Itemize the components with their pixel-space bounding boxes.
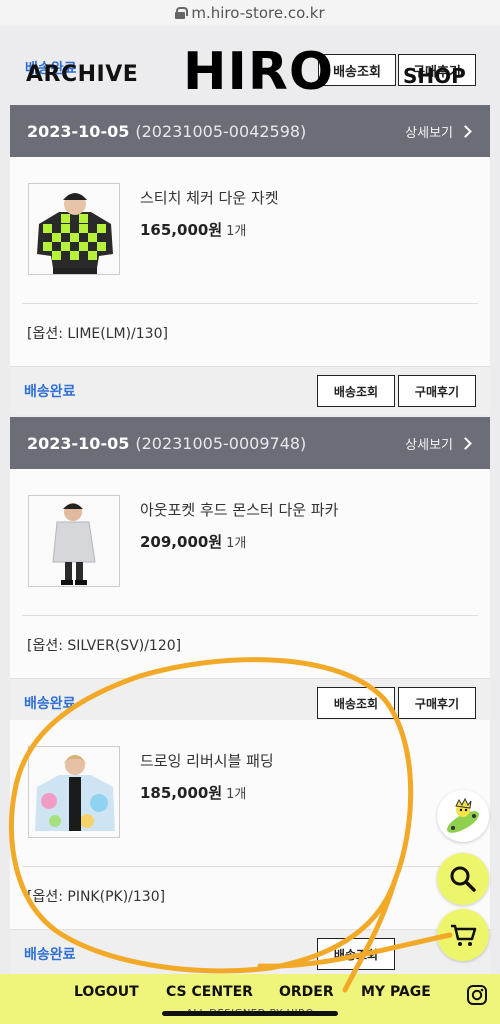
archive-link[interactable]: ARCHIVE [26, 62, 138, 87]
product-price: 165,000원 1개 [140, 219, 246, 240]
order-date: 2023-10-05 [27, 433, 130, 453]
price-value: 209,000 [140, 533, 209, 551]
currency-label: 원 [208, 784, 223, 802]
site-header: 배송완료 배송조회 구매후기 ARCHIVE HIRO SHOP [0, 26, 500, 106]
order-detail-label: 상세보기 [405, 125, 453, 141]
product-thumbnail[interactable] [28, 495, 120, 587]
order-item: 스티치 체커 다운 자켓 165,000원 1개 [옵션: LIME(LM)/13… [10, 157, 490, 367]
chevron-right-icon [459, 124, 472, 138]
home-indicator [162, 1011, 338, 1016]
cart-icon [451, 924, 477, 946]
order-detail-link[interactable]: 상세보기 [405, 417, 472, 469]
product-name[interactable]: 스티치 체커 다운 자켓 [140, 187, 279, 208]
order-card: 드로잉 리버시블 패딩 185,000원 1개 [옵션: PINK(PK)/130… [10, 720, 490, 974]
order-header: 2023-10-05 (20231005-0042598) 상세보기 [10, 105, 490, 157]
order-number: (20231005-0042598) [135, 121, 307, 141]
lock-icon [175, 7, 189, 19]
order-number: (20231005-0009748) [135, 433, 307, 453]
skateboard-mascot-icon [447, 797, 479, 833]
divider [22, 615, 478, 616]
logo[interactable]: HIRO [183, 42, 334, 102]
track-delivery-button[interactable]: 배송조회 [317, 687, 395, 719]
search-icon [450, 866, 476, 892]
order-link[interactable]: ORDER [279, 984, 334, 1000]
order-date: 2023-10-05 [27, 121, 130, 141]
order-detail-label: 상세보기 [405, 437, 453, 453]
order-card: 2023-10-05 (20231005-0009748) 상세보기 아웃포켓 … [10, 417, 490, 727]
order-item: 아웃포켓 후드 몬스터 다운 파카 209,000원 1개 [옵션: SILVER… [10, 469, 490, 679]
url-text: m.hiro-store.co.kr [191, 4, 325, 22]
mascot-button[interactable] [437, 790, 489, 842]
quantity: 1개 [226, 536, 247, 551]
product-name[interactable]: 아웃포켓 후드 몬스터 다운 파카 [140, 499, 338, 520]
write-review-button[interactable]: 구매후기 [398, 375, 476, 407]
divider [22, 866, 478, 867]
quantity: 1개 [226, 787, 247, 802]
status-label: 배송완료 [24, 696, 76, 712]
price-value: 165,000 [140, 221, 209, 239]
track-delivery-button[interactable]: 배송조회 [317, 375, 395, 407]
product-name[interactable]: 드로잉 리버시블 패딩 [140, 750, 274, 771]
currency-label: 원 [208, 533, 223, 551]
order-item: 드로잉 리버시블 패딩 185,000원 1개 [옵션: PINK(PK)/130… [10, 720, 490, 930]
instagram-icon[interactable] [466, 984, 488, 1010]
divider [22, 303, 478, 304]
track-delivery-button[interactable]: 배송조회 [317, 938, 395, 970]
product-thumbnail[interactable] [28, 746, 120, 838]
write-review-button[interactable]: 구매후기 [398, 687, 476, 719]
search-button[interactable] [437, 853, 489, 905]
order-footer: 배송완료 배송조회 구매후기 [10, 367, 490, 415]
product-price: 209,000원 1개 [140, 531, 246, 552]
order-header: 2023-10-05 (20231005-0009748) 상세보기 [10, 417, 490, 469]
order-card: 2023-10-05 (20231005-0042598) 상세보기 스티치 체… [10, 105, 490, 415]
product-thumbnail[interactable] [28, 183, 120, 275]
product-option: [옵션: PINK(PK)/130] [27, 889, 166, 905]
bottom-nav: LOGOUT CS CENTER ORDER MY PAGE ALL DESIG… [0, 974, 500, 1024]
order-detail-link[interactable]: 상세보기 [405, 105, 472, 157]
price-value: 185,000 [140, 784, 209, 802]
cart-button[interactable] [437, 909, 489, 961]
cs-center-link[interactable]: CS CENTER [166, 984, 253, 1000]
status-label: 배송완료 [24, 384, 76, 400]
chevron-right-icon [459, 436, 472, 450]
product-option: [옵션: LIME(LM)/130] [27, 326, 168, 342]
status-label: 배송완료 [24, 947, 76, 963]
my-page-link[interactable]: MY PAGE [361, 984, 431, 1000]
shop-link[interactable]: SHOP [403, 64, 466, 88]
browser-url-bar[interactable]: m.hiro-store.co.kr [0, 0, 500, 26]
order-footer: 배송완료 배송조회 [10, 930, 490, 974]
quantity: 1개 [226, 224, 247, 239]
currency-label: 원 [208, 221, 223, 239]
product-price: 185,000원 1개 [140, 782, 246, 803]
logout-link[interactable]: LOGOUT [74, 984, 139, 1000]
product-option: [옵션: SILVER(SV)/120] [27, 638, 182, 654]
